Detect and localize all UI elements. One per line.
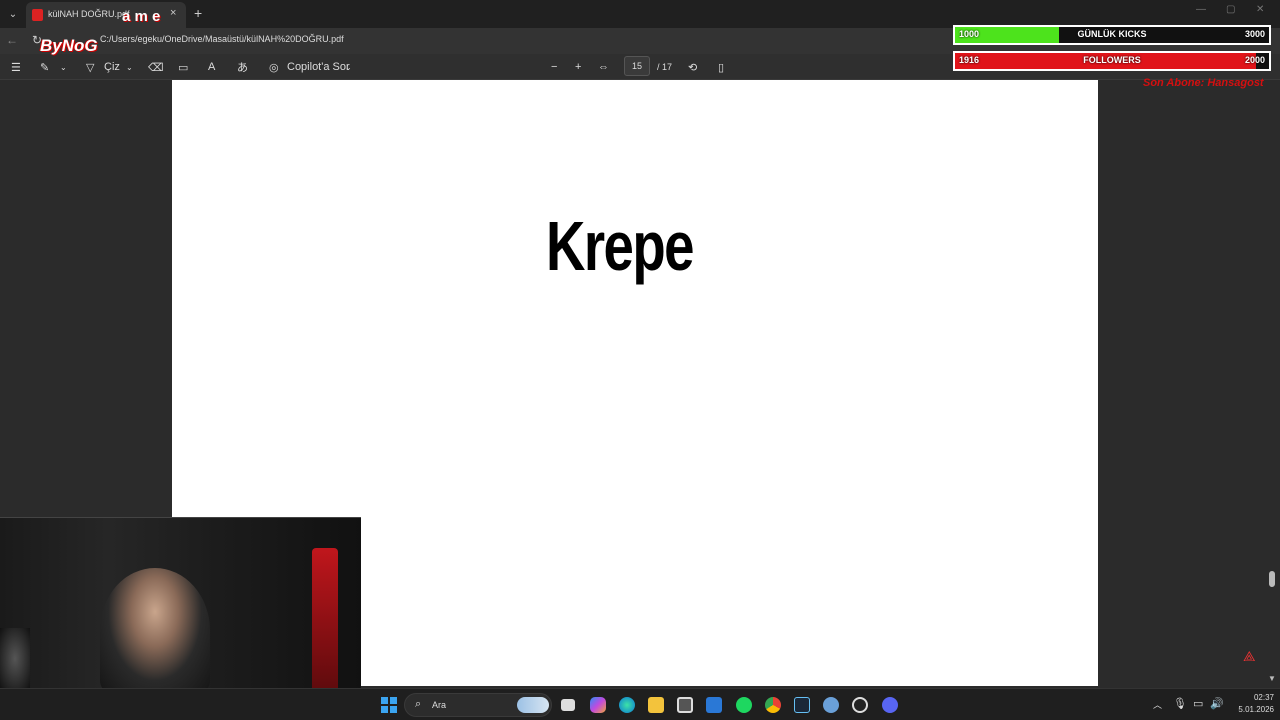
contents-icon[interactable]: ☰ <box>11 59 21 75</box>
page-heading: Krepe <box>546 207 695 285</box>
draw-chevron-icon[interactable]: ⌄ <box>126 59 133 75</box>
webcam-light <box>312 548 338 688</box>
network-icon[interactable]: ▭ <box>1193 697 1203 710</box>
zoom-out-button[interactable]: − <box>551 59 557 75</box>
mail-icon[interactable] <box>706 697 722 713</box>
maximize-icon[interactable]: ▢ <box>1226 4 1235 15</box>
draw-button[interactable]: Çiz <box>104 59 120 75</box>
kicks-goal-label: GÜNLÜK KICKS <box>1077 29 1147 39</box>
highlight-chevron-icon[interactable]: ⌄ <box>60 59 67 75</box>
copilot-app-icon[interactable] <box>590 697 606 713</box>
followers-goal-target: 2000 <box>1244 55 1265 65</box>
logo-text: ByNoG <box>40 36 98 55</box>
search-highlight-image <box>517 697 549 713</box>
eraser-icon[interactable]: ⌫ <box>148 59 164 75</box>
page-number-input[interactable] <box>624 56 650 76</box>
tab-list-chevron-icon[interactable]: ⌄ <box>4 5 22 23</box>
acrobat-icon[interactable]: ⟁ <box>1243 648 1256 665</box>
tray-chevron-icon[interactable]: ︿ <box>1153 698 1162 711</box>
logo-ame-text: a m e <box>122 8 161 25</box>
clock-date[interactable]: 5.01.2026 <box>1230 705 1274 714</box>
zoom-in-button[interactable]: + <box>575 59 581 75</box>
scrollbar-thumb[interactable] <box>1269 571 1275 587</box>
new-tab-button[interactable]: + <box>194 5 202 21</box>
webcam-streamer <box>100 568 210 688</box>
back-arrow-icon[interactable]: ← <box>6 33 18 47</box>
last-subscriber-text: Son Abone: Hansagost <box>1143 77 1264 89</box>
kicks-goal-target: 3000 <box>1244 29 1265 39</box>
text-box-icon[interactable]: ▭ <box>178 59 188 75</box>
page-view-icon[interactable]: ▯ <box>718 59 724 75</box>
followers-goal-label: FOLLOWERS <box>1083 55 1141 65</box>
search-label: Ara <box>432 700 447 710</box>
read-aloud-icon[interactable]: A <box>208 59 215 75</box>
file-explorer-icon[interactable] <box>648 697 664 713</box>
windows-start-icon[interactable] <box>381 697 397 713</box>
taskbar: ⌕ Ara ︿ 🎙 ▭ 🔊 02:37 5.01.2026 <box>0 688 1280 720</box>
followers-goal-current: 1916 <box>959 55 980 65</box>
copilot-icon[interactable]: ◎ <box>269 59 279 75</box>
webcam-feed <box>0 517 361 688</box>
kicks-goal-bar: GÜNLÜK KICKS 1000 3000 <box>953 25 1271 45</box>
window-close-icon[interactable]: ✕ <box>1256 4 1264 15</box>
store-icon[interactable] <box>677 697 693 713</box>
stream-logo: a m e ByNoG <box>40 8 180 58</box>
task-view-icon[interactable] <box>561 699 575 711</box>
taskbar-search[interactable]: ⌕ Ara <box>404 693 552 717</box>
webcam-shelf <box>0 628 30 688</box>
edge-icon[interactable] <box>619 697 635 713</box>
obs-icon[interactable] <box>852 697 868 713</box>
rotate-icon[interactable]: ⟲ <box>688 59 697 75</box>
volume-icon[interactable]: 🔊 <box>1210 697 1224 710</box>
discord-icon[interactable] <box>882 697 898 713</box>
draw-icon[interactable]: ▽ <box>86 59 94 75</box>
copilot-button[interactable]: Copilot'a Sor <box>287 59 350 75</box>
highlight-icon[interactable]: ✎ <box>40 59 49 75</box>
spotify-icon[interactable] <box>736 697 752 713</box>
kicks-goal-current: 1000 <box>959 29 980 39</box>
fit-width-icon[interactable]: ⇔ <box>598 59 609 75</box>
followers-goal-bar: FOLLOWERS 1916 2000 <box>953 51 1271 71</box>
tab-strip: ⌄ külNAH DOĞRU.pdf × + — ▢ ✕ <box>0 0 1280 28</box>
minimize-icon[interactable]: — <box>1196 4 1206 15</box>
chrome-icon[interactable] <box>765 697 781 713</box>
copilot-chevron-icon[interactable]: ⌄ <box>345 59 352 75</box>
steam-icon[interactable] <box>794 697 810 713</box>
scroll-down-icon[interactable]: ▼ <box>1268 674 1276 683</box>
app-icon[interactable] <box>823 697 839 713</box>
clock-time[interactable]: 02:37 <box>1242 693 1274 702</box>
translate-icon[interactable]: あ <box>237 59 248 75</box>
microphone-icon[interactable]: 🎙 <box>1173 697 1187 710</box>
search-icon: ⌕ <box>415 698 422 710</box>
page-total: / 17 <box>657 62 673 72</box>
